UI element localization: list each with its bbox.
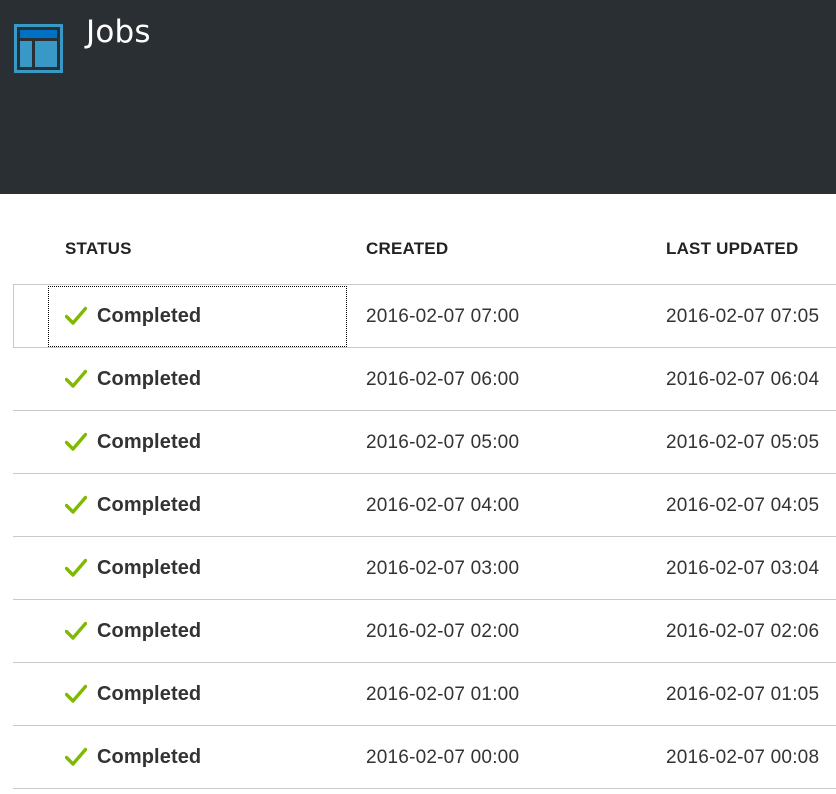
created-cell: 2016-02-07 06:00 — [366, 369, 520, 390]
status-cell: Completed — [97, 494, 202, 516]
last-updated-cell: 2016-02-07 03:04 — [666, 558, 820, 579]
status-cell: Completed — [97, 305, 202, 327]
blade-header: Jobs — [0, 0, 836, 194]
status-cell: Completed — [97, 368, 202, 390]
column-header-last-updated[interactable]: LAST UPDATED — [666, 239, 798, 259]
last-updated-cell: 2016-02-07 00:08 — [666, 747, 820, 768]
checkmark-icon — [65, 558, 87, 577]
status-cell: Completed — [97, 683, 202, 705]
table-row[interactable]: Completed 2016-02-07 06:00 2016-02-07 06:0… — [0, 348, 836, 411]
last-updated-cell: 2016-02-07 02:06 — [666, 621, 820, 642]
created-cell: 2016-02-07 05:00 — [366, 432, 520, 453]
status-cell: Completed — [97, 746, 202, 768]
table-row[interactable]: Completed 2016-02-07 01:00 2016-02-07 01:0… — [0, 663, 836, 726]
table-row[interactable]: Completed 2016-02-07 05:00 2016-02-07 05:0… — [0, 411, 836, 474]
checkmark-icon — [65, 306, 87, 325]
column-header-status[interactable]: STATUS — [65, 239, 132, 259]
row-selection-edge — [13, 285, 14, 347]
created-cell: 2016-02-07 01:00 — [366, 684, 520, 705]
created-cell: 2016-02-07 07:00 — [366, 306, 520, 327]
last-updated-cell: 2016-02-07 05:05 — [666, 432, 820, 453]
status-cell: Completed — [97, 431, 202, 453]
column-header-created[interactable]: CREATED — [366, 239, 448, 259]
checkmark-icon — [65, 684, 87, 703]
created-cell: 2016-02-07 03:00 — [366, 558, 520, 579]
last-updated-cell: 2016-02-07 07:05 — [666, 306, 820, 327]
jobs-blade-icon — [14, 24, 63, 73]
checkmark-icon — [65, 432, 87, 451]
table-row[interactable]: Completed 2016-02-07 07:00 2016-02-07 07:0… — [0, 285, 836, 348]
table-row[interactable]: Completed 2016-02-07 02:00 2016-02-07 02:0… — [0, 600, 836, 663]
table-row[interactable]: Completed 2016-02-07 00:00 2016-02-07 00:0… — [0, 726, 836, 789]
created-cell: 2016-02-07 00:00 — [366, 747, 520, 768]
page-title: Jobs — [86, 14, 151, 50]
created-cell: 2016-02-07 02:00 — [366, 621, 520, 642]
checkmark-icon — [65, 369, 87, 388]
table-row[interactable]: Completed 2016-02-07 04:00 2016-02-07 04:0… — [0, 474, 836, 537]
row-divider — [13, 788, 836, 789]
last-updated-cell: 2016-02-07 04:05 — [666, 495, 820, 516]
last-updated-cell: 2016-02-07 06:04 — [666, 369, 820, 390]
status-cell: Completed — [97, 557, 202, 579]
table-row[interactable]: Completed 2016-02-07 03:00 2016-02-07 03:0… — [0, 537, 836, 600]
checkmark-icon — [65, 495, 87, 514]
checkmark-icon — [65, 747, 87, 766]
checkmark-icon — [65, 621, 87, 640]
last-updated-cell: 2016-02-07 01:05 — [666, 684, 820, 705]
status-cell: Completed — [97, 620, 202, 642]
created-cell: 2016-02-07 04:00 — [366, 495, 520, 516]
